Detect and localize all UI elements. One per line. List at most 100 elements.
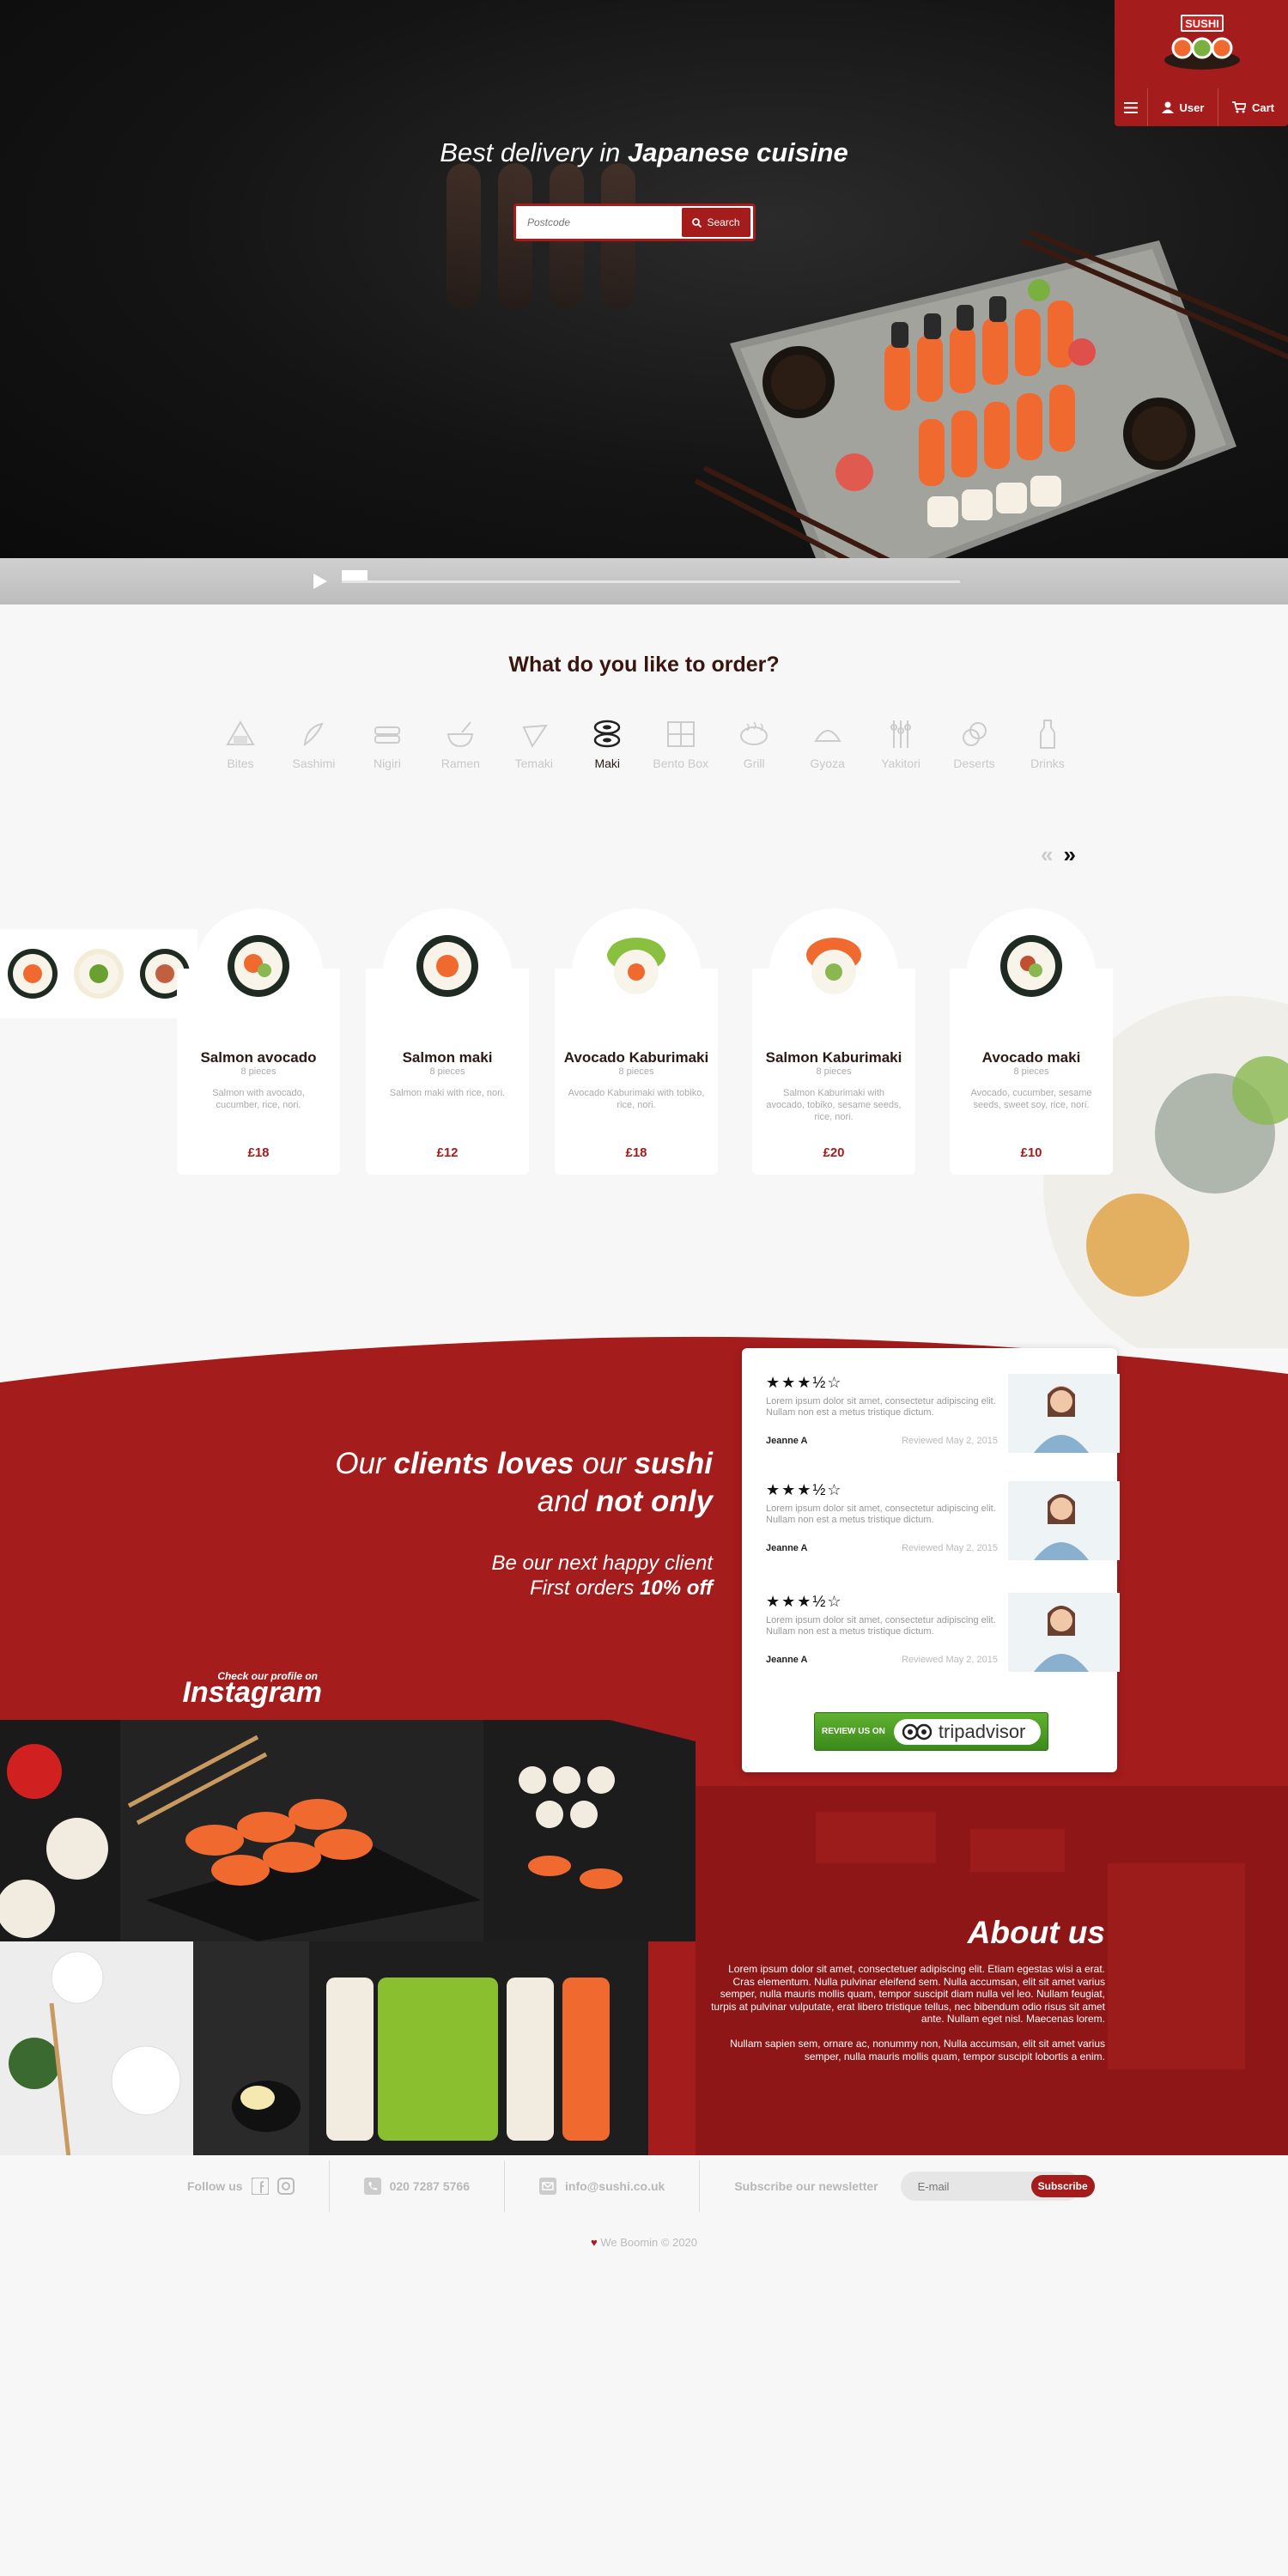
tripadvisor-button[interactable]: REVIEW US ON tripadvisor xyxy=(814,1712,1048,1751)
reviews-panel: ★★★½☆ Lorem ipsum dolor sit amet, consec… xyxy=(742,1348,1120,1772)
headline-part: and xyxy=(537,1485,588,1518)
category-maki[interactable]: Maki xyxy=(573,717,641,777)
tagline-start: Best delivery in xyxy=(440,137,621,167)
review-date: Reviewed May 2, 2015 xyxy=(902,1655,998,1665)
cart-label: Cart xyxy=(1251,100,1274,114)
menu-button[interactable] xyxy=(1115,88,1147,126)
instagram-gallery[interactable] xyxy=(0,1720,696,2158)
sushi-logo[interactable]: SUSHI xyxy=(1155,12,1249,72)
promo-line: First orders xyxy=(530,1577,635,1600)
category-yakitori[interactable]: Yakitori xyxy=(866,717,935,777)
product-card[interactable]: Salmon avocado 8 pieces Salmon with avoc… xyxy=(177,908,340,1175)
prev-arrow-icon[interactable]: « xyxy=(1041,841,1053,867)
category-drinks[interactable]: Drinks xyxy=(1013,717,1082,777)
category-ramen[interactable]: Ramen xyxy=(426,717,495,777)
user-icon xyxy=(1161,101,1174,113)
category-label: Maki xyxy=(594,756,621,770)
hamburger-icon xyxy=(1124,101,1138,113)
category-bites[interactable]: Bites xyxy=(206,717,275,777)
promo-text: Be our next happy client First orders 10… xyxy=(369,1551,714,1601)
carousel-arrows: « » xyxy=(1041,841,1092,867)
instagram-title: Instagram xyxy=(182,1676,323,1709)
category-temaki[interactable]: Temaki xyxy=(500,717,568,777)
owl-icon xyxy=(902,1723,932,1740)
cart-button[interactable]: Cart xyxy=(1218,88,1288,126)
product-price: £20 xyxy=(823,1145,845,1160)
product-card[interactable]: Avocado Kaburimaki 8 pieces Avocado Kabu… xyxy=(555,908,718,1175)
product-name: Salmon Kaburimaki xyxy=(765,1049,902,1066)
tripadvisor-text: tripadvisor xyxy=(938,1720,1026,1742)
mochi-icon xyxy=(962,722,987,746)
newsletter-label: Subscribe our newsletter xyxy=(734,2179,878,2193)
onigiri-icon xyxy=(226,720,255,745)
postcode-search: Search xyxy=(513,204,756,241)
product-card[interactable]: Salmon maki 8 pieces Salmon maki with ri… xyxy=(366,908,529,1175)
copyright-text: We Boomin © 2020 xyxy=(600,2236,698,2249)
product-description: Salmon Kaburimaki with avocado, tobiko, … xyxy=(766,1088,902,1122)
category-deserts[interactable]: Deserts xyxy=(940,717,1009,777)
email-contact[interactable]: info@sushi.co.uk xyxy=(504,2160,699,2212)
category-label: Gyoza xyxy=(810,756,845,770)
category-gyoza[interactable]: Gyoza xyxy=(793,717,862,777)
category-label: Bites xyxy=(227,756,254,770)
category-list: Bites Sashimi Nigiri Ramen Temaki Maki B… xyxy=(206,717,1082,777)
user-button[interactable]: User xyxy=(1147,88,1218,126)
product-price: £18 xyxy=(247,1145,270,1160)
phone-number: 020 7287 5766 xyxy=(389,2179,470,2193)
review-item: ★★★½☆ Lorem ipsum dolor sit amet, consec… xyxy=(766,1593,1120,1687)
review-item: ★★★½☆ Lorem ipsum dolor sit amet, consec… xyxy=(766,1374,1120,1468)
search-label: Search xyxy=(707,216,740,228)
category-label: Ramen xyxy=(440,756,480,770)
postcode-input[interactable] xyxy=(519,209,682,236)
category-nigiri[interactable]: Nigiri xyxy=(353,717,422,777)
category-label: Grill xyxy=(743,756,765,770)
promo-discount: 10% off xyxy=(640,1577,713,1600)
subscribe-button[interactable]: Subscribe xyxy=(1030,2175,1095,2197)
about-title: About us xyxy=(967,1915,1105,1950)
newsletter: Subscribe our newsletter Subscribe xyxy=(699,2160,1106,2212)
product-name: Avocado Kaburimaki xyxy=(563,1049,709,1066)
product-pieces: 8 pieces xyxy=(429,1066,465,1077)
headline-part: not only xyxy=(595,1485,713,1518)
video-progress[interactable] xyxy=(342,580,960,583)
nigiri-icon xyxy=(374,726,400,744)
shrimp-image xyxy=(447,163,481,309)
hero-tagline: Best delivery in Japanese cuisine xyxy=(0,137,1288,168)
category-label: Yakitori xyxy=(881,756,920,770)
product-card[interactable]: Salmon Kaburimaki 8 pieces Salmon Kaburi… xyxy=(752,908,915,1175)
product-description: Salmon with avocado, cucumber, rice, nor… xyxy=(212,1088,305,1110)
next-arrow-icon[interactable]: » xyxy=(1063,841,1075,867)
search-button[interactable]: Search xyxy=(682,208,750,237)
facebook-icon[interactable] xyxy=(251,2178,269,2195)
follow-label: Follow us xyxy=(187,2179,243,2193)
tripadvisor-logo: tripadvisor xyxy=(893,1718,1041,1745)
product-name: Salmon avocado xyxy=(200,1049,317,1066)
footer xyxy=(0,2155,1288,2576)
review-date: Reviewed May 2, 2015 xyxy=(902,1543,998,1553)
category-label: Drinks xyxy=(1030,756,1065,770)
play-icon[interactable] xyxy=(313,574,327,589)
instagram-icon[interactable] xyxy=(276,2178,295,2195)
about-paragraph: Nullam sapien sem, ornare ac, nonummy no… xyxy=(730,2038,1105,2063)
video-time-badge xyxy=(342,570,368,580)
category-grill[interactable]: Grill xyxy=(720,717,788,777)
promo-line: Be our next happy client xyxy=(491,1552,714,1575)
temaki-icon xyxy=(522,724,548,749)
phone-contact[interactable]: 020 7287 5766 xyxy=(328,2160,504,2212)
category-label: Temaki xyxy=(514,756,553,770)
reviewer-photo xyxy=(1008,1593,1120,1672)
product-card[interactable]: Avocado maki 8 pieces Avocado, cucumber,… xyxy=(950,908,1113,1175)
category-sashimi[interactable]: Sashimi xyxy=(279,717,348,777)
avocado-kaburimaki-image xyxy=(607,938,665,994)
review-author: Jeanne A xyxy=(766,1655,808,1665)
about-paragraph: Lorem ipsum dolor sit amet, consectetuer… xyxy=(711,1963,1105,2025)
review-date: Reviewed May 2, 2015 xyxy=(902,1436,998,1446)
category-bento-box[interactable]: Bento Box xyxy=(647,717,715,777)
heart-icon: ♥ xyxy=(590,2236,598,2249)
product-pieces: 8 pieces xyxy=(816,1066,852,1077)
phone-icon xyxy=(363,2178,381,2195)
sushi-platter-image xyxy=(694,229,1288,558)
review-us-label: REVIEW US ON xyxy=(822,1727,885,1736)
reviewer-photo xyxy=(1008,1374,1120,1453)
product-pieces: 8 pieces xyxy=(1013,1066,1049,1077)
